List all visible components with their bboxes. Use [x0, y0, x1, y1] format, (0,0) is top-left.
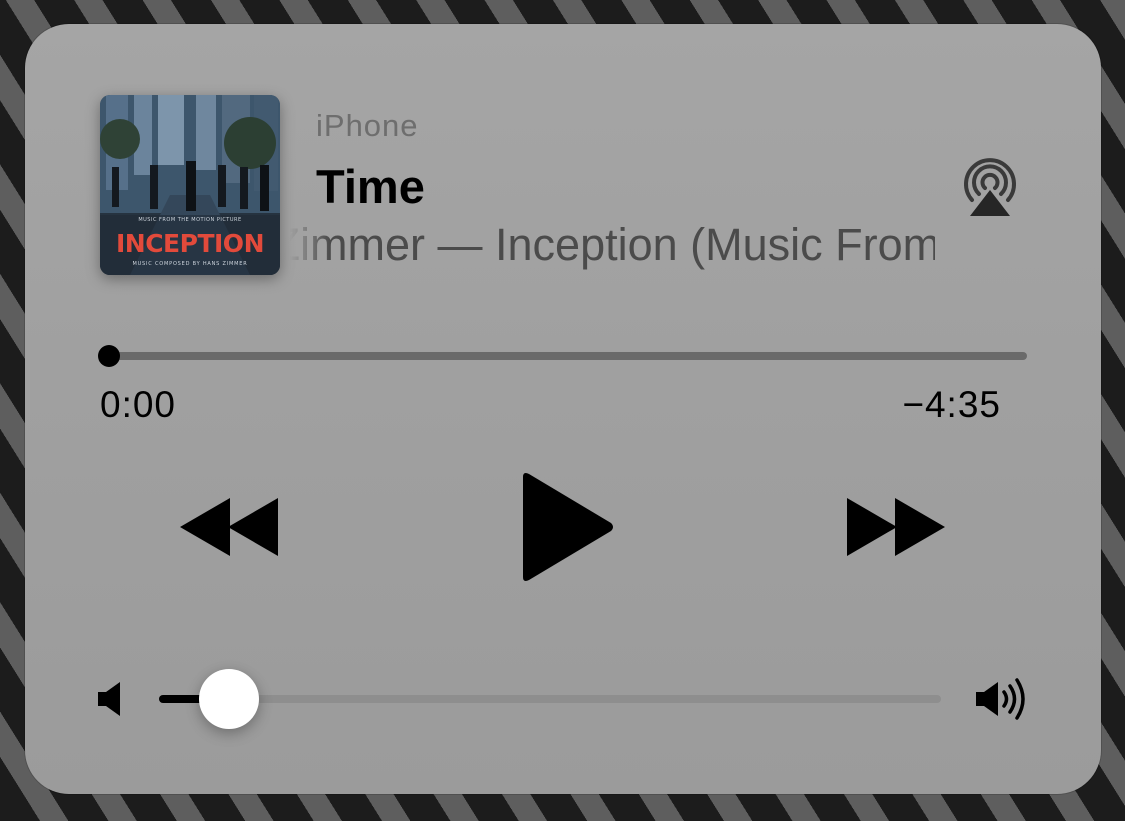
- playback-scrubber[interactable]: [98, 345, 1027, 367]
- artist-album-marquee: Hans Zimmer — Inception (Music From the …: [290, 219, 935, 279]
- fast-forward-icon: [847, 498, 945, 556]
- rewind-icon: [180, 498, 278, 556]
- now-playing-widget: MUSIC FROM THE MOTION PICTURE INCEPTION …: [25, 24, 1101, 794]
- output-device-label: iPhone: [316, 108, 419, 143]
- volume-min-button[interactable]: [98, 682, 126, 716]
- volume-slider-knob[interactable]: [199, 669, 260, 729]
- rewind-button[interactable]: [180, 494, 280, 560]
- volume-low-icon: [98, 682, 120, 716]
- airplay-button[interactable]: [958, 154, 1022, 218]
- remaining-time: −4:35: [902, 384, 1001, 425]
- artwork-title-text: INCEPTION: [115, 229, 265, 258]
- song-title: Time: [316, 160, 425, 213]
- artist-album-text: Hans Zimmer — Inception (Music From the …: [290, 219, 935, 270]
- album-artwork[interactable]: MUSIC FROM THE MOTION PICTURE INCEPTION …: [100, 95, 280, 275]
- elapsed-time: 0:00: [100, 384, 177, 425]
- volume-slider[interactable]: [159, 669, 941, 729]
- play-button[interactable]: [517, 471, 617, 583]
- artwork-top-text: MUSIC FROM THE MOTION PICTURE: [138, 217, 242, 223]
- volume-max-button[interactable]: [976, 676, 1030, 722]
- volume-high-icon: [976, 678, 1025, 720]
- airplay-icon: [964, 158, 1016, 216]
- artwork-credit-text: MUSIC COMPOSED BY HANS ZIMMER: [132, 261, 248, 267]
- play-icon: [523, 473, 613, 581]
- playback-scrubber-knob[interactable]: [98, 345, 120, 367]
- fast-forward-button[interactable]: [845, 494, 945, 560]
